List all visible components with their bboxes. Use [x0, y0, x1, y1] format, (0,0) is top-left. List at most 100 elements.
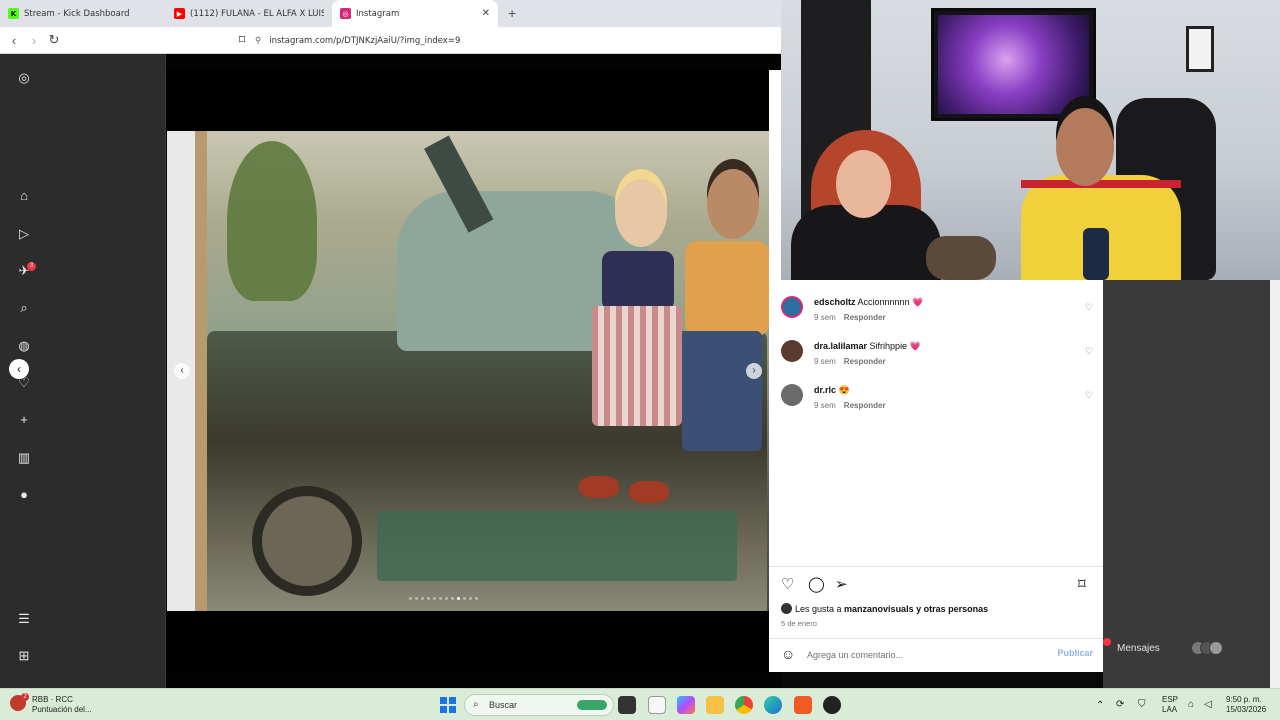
- back-icon[interactable]: ‹: [4, 33, 24, 48]
- clock-time[interactable]: 9:50 p. m.: [1226, 695, 1262, 704]
- reels-icon[interactable]: ▷: [16, 226, 32, 242]
- comment-text: Sifrihppie 💗: [869, 341, 921, 351]
- chrome-icon[interactable]: [735, 696, 753, 714]
- page-background-right: [1103, 280, 1280, 688]
- clock-date[interactable]: 15/03/2026: [1226, 705, 1266, 714]
- emoji-icon[interactable]: ☺: [781, 646, 795, 662]
- new-tab-button[interactable]: +: [498, 0, 526, 27]
- tv: [931, 8, 1096, 121]
- tab-title: Instagram: [356, 8, 400, 19]
- avatar[interactable]: [781, 384, 803, 406]
- messages-pill[interactable]: Mensajes: [1103, 637, 1243, 661]
- previous-post-button[interactable]: ‹: [9, 359, 29, 379]
- reload-icon[interactable]: ↻: [44, 32, 64, 48]
- also-from-meta-icon[interactable]: ⊞: [16, 648, 32, 664]
- explore-icon[interactable]: ◍: [16, 338, 32, 354]
- likes-suffix[interactable]: y otras personas: [916, 604, 988, 614]
- bookmark-icon[interactable]: ⌑: [232, 32, 252, 48]
- carousel-dot: [433, 597, 436, 600]
- tray-app-icon[interactable]: ⟳: [1116, 699, 1124, 710]
- kick-favicon-icon: K: [8, 8, 19, 19]
- carousel-dot: [451, 597, 454, 600]
- instagram-favicon-icon: ◎: [340, 8, 351, 19]
- shield-icon[interactable]: ⛉: [1138, 699, 1146, 710]
- carousel-previous-icon[interactable]: ‹: [174, 363, 190, 379]
- comment-like-icon[interactable]: ♡: [1085, 346, 1093, 357]
- messages-avatars: [1191, 641, 1231, 655]
- wall-frame: [1186, 26, 1214, 72]
- obs-icon[interactable]: [823, 696, 841, 714]
- comment-username[interactable]: dr.rlc: [814, 385, 836, 395]
- profile-icon[interactable]: ●: [16, 487, 32, 503]
- youtube-favicon-icon: ▶: [174, 8, 185, 19]
- avatar[interactable]: [781, 296, 803, 318]
- tab-instagram[interactable]: ◎ Instagram ✕: [332, 0, 498, 27]
- comment-composer: ☺ Publicar: [781, 646, 1093, 664]
- carousel-dot: [427, 597, 430, 600]
- file-explorer-icon[interactable]: [706, 696, 724, 714]
- volume-icon[interactable]: ◁: [1204, 699, 1212, 710]
- language-line1[interactable]: ESP: [1162, 695, 1178, 704]
- instagram-logo-icon[interactable]: ◎: [16, 70, 32, 86]
- url-text: instagram.com/p/DTJNKzjAaiU/?img_index=9: [269, 35, 461, 46]
- likes-prefix: Les gusta a: [795, 604, 845, 614]
- more-icon[interactable]: ☰: [16, 611, 32, 627]
- comment-like-icon[interactable]: ♡: [1085, 390, 1093, 401]
- publish-button[interactable]: Publicar: [1057, 648, 1093, 658]
- share-icon[interactable]: ➢: [835, 575, 848, 593]
- browser-tab-bar: K Stream - Kick Dashboard ▶ (1112) FULAN…: [0, 0, 781, 27]
- save-icon[interactable]: ⌑: [1078, 575, 1086, 593]
- task-view-icon[interactable]: [618, 696, 636, 714]
- likes-user[interactable]: manzanovisuals: [844, 604, 914, 614]
- messages-badge: 3: [27, 262, 36, 271]
- carousel-dot: [475, 597, 478, 600]
- home-icon[interactable]: ⌂: [16, 188, 32, 204]
- reply-button[interactable]: Responder: [844, 313, 886, 322]
- tab-youtube[interactable]: ▶ (1112) FULANA - EL ALFA X LUIS BRC: [166, 0, 332, 27]
- create-icon[interactable]: +: [16, 412, 32, 428]
- comment-icon[interactable]: ◯: [808, 575, 825, 593]
- taskbar-search[interactable]: ⌕ Buscar: [464, 694, 614, 716]
- start-button[interactable]: [440, 697, 456, 713]
- search-placeholder: Buscar: [489, 700, 518, 710]
- network-icon[interactable]: ⌂: [1188, 699, 1194, 710]
- copilot-icon[interactable]: [677, 696, 695, 714]
- search-highlight-icon: [577, 700, 607, 710]
- like-icon[interactable]: ♡: [781, 575, 794, 593]
- tab-title: Stream - Kick Dashboard: [24, 8, 130, 19]
- comment-like-icon[interactable]: ♡: [1085, 302, 1093, 313]
- carousel-dot: [445, 597, 448, 600]
- address-bar[interactable]: ⚲ instagram.com/p/DTJNKzjAaiU/?img_index…: [255, 31, 775, 50]
- comment-item: dr.rlc 😍 9 sem Responder ♡: [781, 384, 1101, 420]
- notepad-icon[interactable]: [648, 696, 666, 714]
- language-line2[interactable]: LAA: [1162, 705, 1177, 714]
- tab-kick-dashboard[interactable]: K Stream - Kick Dashboard: [0, 0, 166, 27]
- microphone: [1083, 228, 1109, 280]
- dashboard-icon[interactable]: ▥: [16, 450, 32, 466]
- site-settings-icon[interactable]: ⚲: [255, 36, 261, 46]
- browser-toolbar: ‹ › ↻ ⌑ ⚲ instagram.com/p/DTJNKzjAaiU/?i…: [0, 27, 781, 54]
- widgets-button[interactable]: 2 RBB · RCC Puntuación del...: [10, 693, 130, 717]
- avatar: [781, 603, 792, 614]
- avatar[interactable]: [781, 340, 803, 362]
- divider: [769, 638, 1103, 639]
- comment-username[interactable]: dra.lalilamar: [814, 341, 867, 351]
- chevron-up-icon[interactable]: ⌃: [1096, 700, 1104, 711]
- carousel-next-icon[interactable]: ›: [746, 363, 762, 379]
- widget-badge: 2: [21, 693, 29, 701]
- edge-icon[interactable]: [764, 696, 782, 714]
- close-tab-icon[interactable]: ✕: [482, 8, 490, 19]
- messages-pill-badge: [1103, 638, 1111, 646]
- scrollbar[interactable]: [1270, 280, 1280, 688]
- reply-button[interactable]: Responder: [844, 401, 886, 410]
- reply-button[interactable]: Responder: [844, 357, 886, 366]
- search-icon[interactable]: ⌕: [16, 300, 32, 316]
- comment-username[interactable]: edscholtz: [814, 297, 856, 307]
- carousel-dot: [421, 597, 424, 600]
- forward-icon[interactable]: ›: [24, 33, 44, 48]
- brave-icon[interactable]: [794, 696, 812, 714]
- messages-pill-label: Mensajes: [1117, 643, 1160, 654]
- carousel-dot: [469, 597, 472, 600]
- system-tray: ⌃ ⟳ ⛉ ESP LAA ⌂ ◁ 9:50 p. m. 15/03/2026: [1092, 693, 1280, 717]
- comment-input[interactable]: [807, 648, 1047, 662]
